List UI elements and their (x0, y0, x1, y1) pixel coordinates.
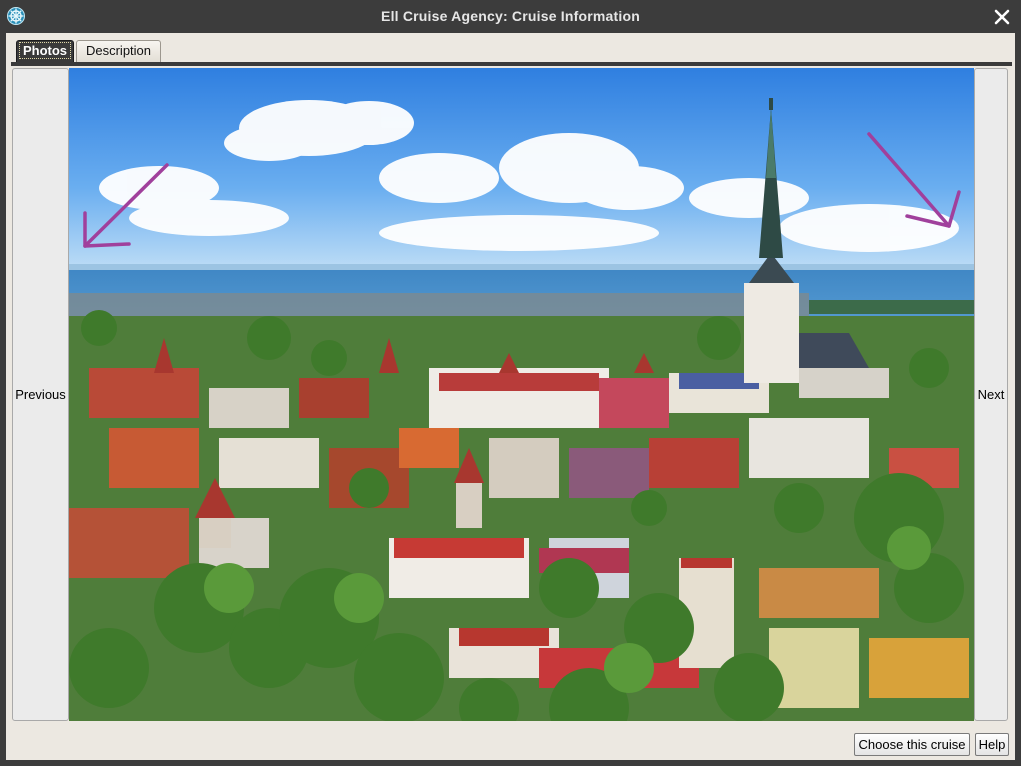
aerial-city-old-town-harbor-photo (69, 68, 974, 721)
choose-cruise-button[interactable]: Choose this cruise (854, 733, 970, 756)
cruise-info-window: Ell Cruise Agency: Cruise Information Ph… (0, 0, 1021, 766)
cruise-photo (69, 68, 974, 721)
help-button[interactable]: Help (975, 733, 1009, 756)
tab-photos-label: Photos (18, 42, 72, 59)
close-icon[interactable] (991, 6, 1013, 28)
tab-photos[interactable]: Photos (16, 40, 74, 62)
tab-description-label: Description (85, 43, 152, 58)
previous-button-label: Previous (15, 387, 66, 402)
previous-button[interactable]: Previous (12, 68, 69, 721)
next-button-label: Next (977, 387, 1005, 402)
window-title: Ell Cruise Agency: Cruise Information (381, 8, 640, 24)
title-bar: Ell Cruise Agency: Cruise Information (0, 0, 1021, 33)
tab-divider (11, 62, 1012, 66)
tab-description[interactable]: Description (76, 40, 161, 62)
next-button[interactable]: Next (974, 68, 1008, 721)
dialog-body: Photos Description Previous Next Choose … (6, 33, 1015, 760)
